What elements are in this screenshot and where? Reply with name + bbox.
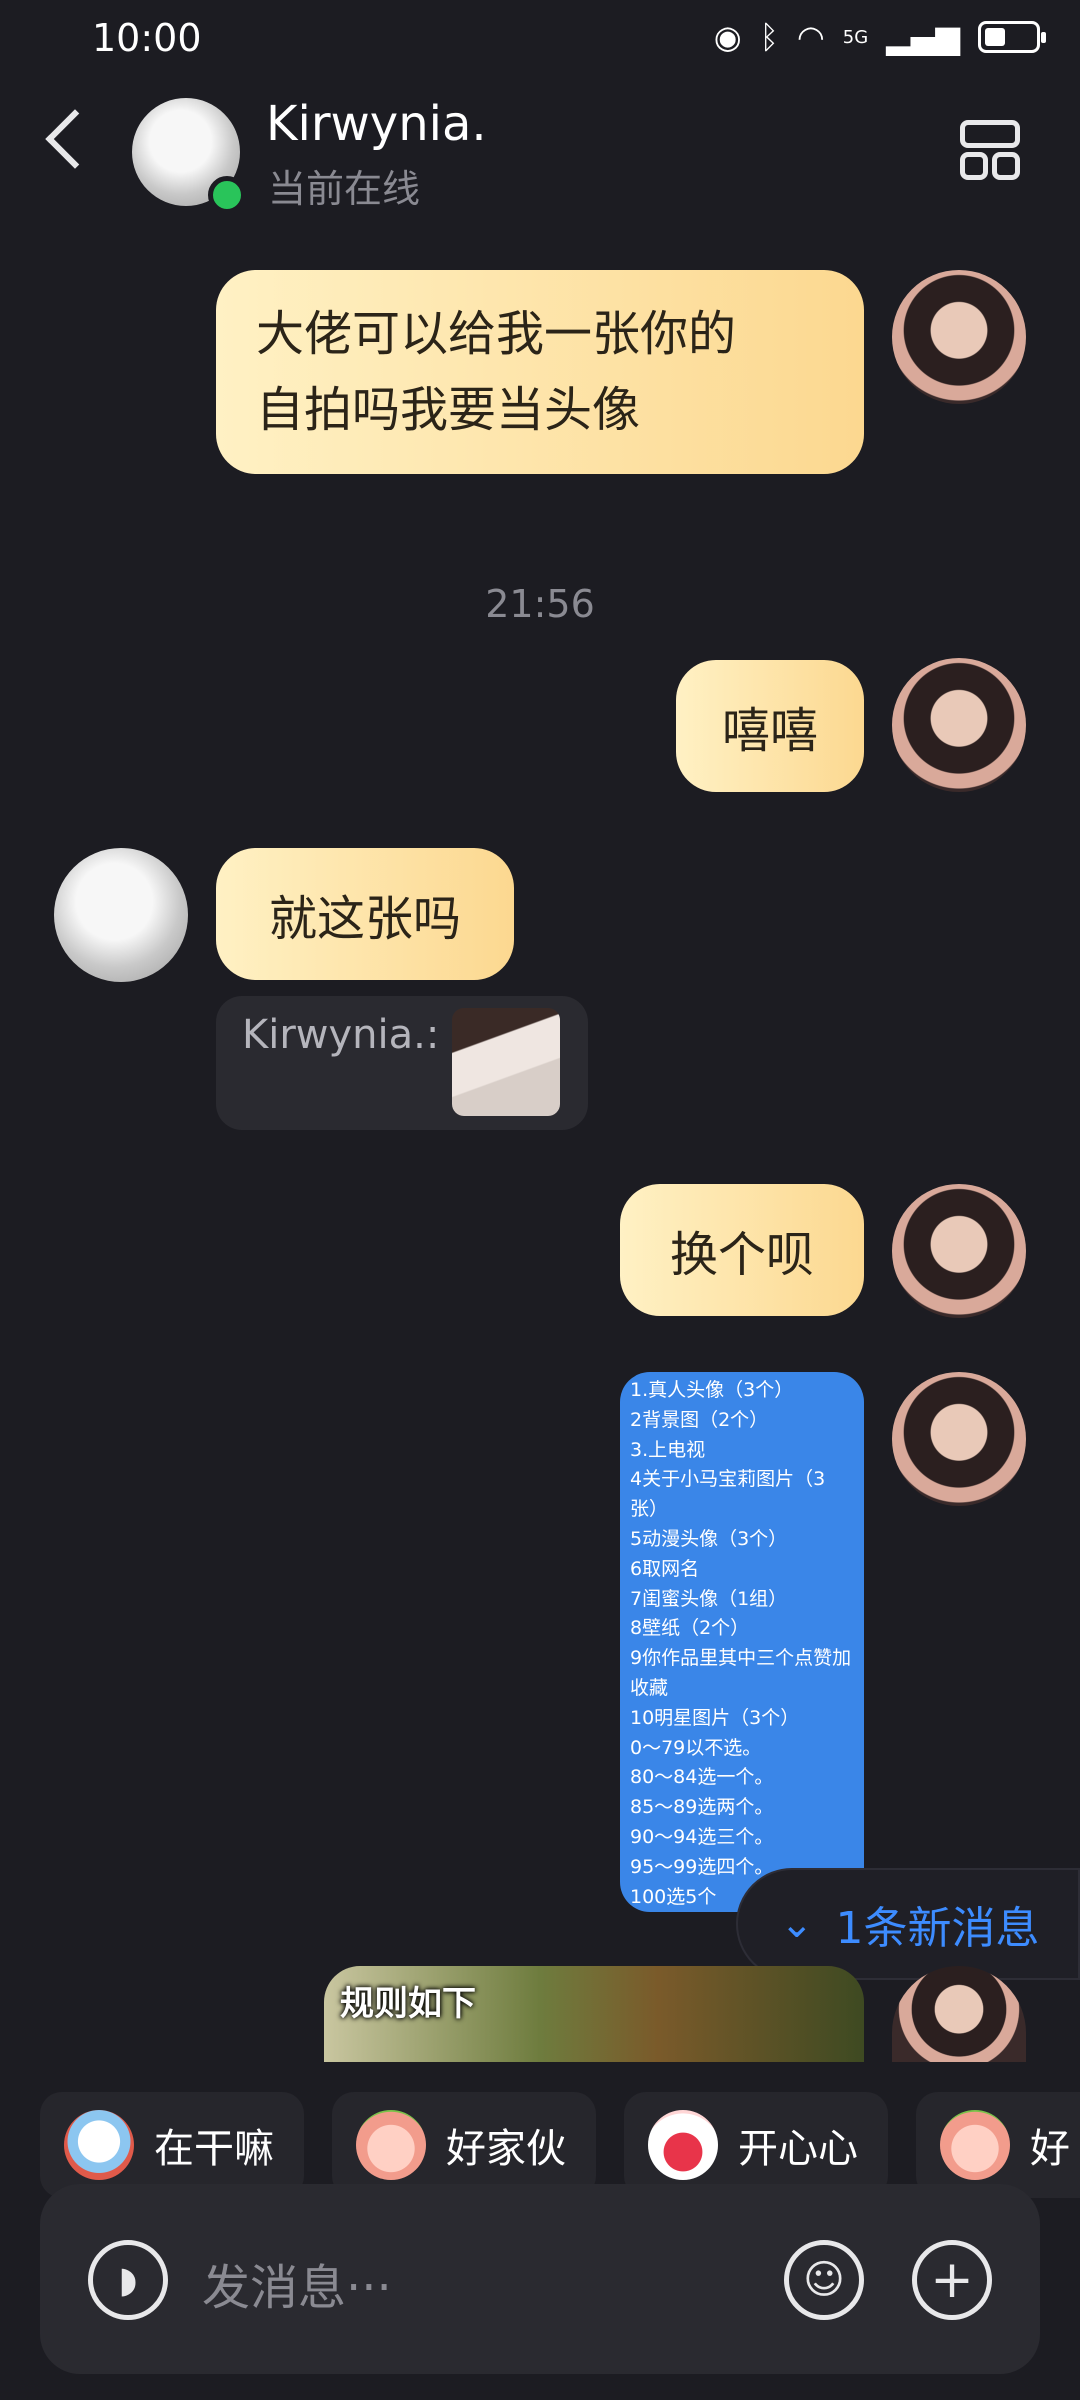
image-message-card[interactable]: 1.真人头像（3个） 2背景图（2个） 3.上电视 4关于小马宝莉图片（3 张） 5动漫头… (620, 1372, 864, 1912)
message-timestamp: 21:56 (485, 582, 595, 626)
status-icons: ◉ ᛒ ◠ 5G ▂▄▆ (713, 18, 1046, 56)
card-text-line: 3.上电视 (630, 1438, 706, 1461)
status-time: 10:00 (92, 16, 202, 60)
battery-icon (978, 21, 1046, 53)
card-text-line: 85～89选两个。 (630, 1796, 774, 1819)
chevron-double-down-icon: ⌄ (780, 1901, 814, 1947)
card-text-line: 张） (630, 1498, 669, 1521)
sticker-icon (356, 2110, 426, 2180)
card-text-line: 2背景图（2个） (630, 1408, 769, 1431)
my-avatar[interactable] (892, 658, 1026, 792)
outgoing-message-bubble[interactable]: 大佬可以给我一张你的 自拍吗我要当头像 (216, 270, 864, 474)
my-avatar[interactable] (892, 1372, 1026, 1506)
quick-sticker-chip[interactable]: 开心心 (624, 2092, 888, 2198)
quick-sticker-label: 开心心 (738, 2126, 858, 2172)
my-avatar[interactable] (892, 1966, 1026, 2062)
quoted-image[interactable] (452, 1008, 560, 1116)
card-text-line: 8壁纸（2个） (630, 1617, 750, 1640)
quoted-sender-name: Kirwynia.: (242, 1012, 440, 1058)
message-input-bar: ◗ 发消息··· ☺ + (40, 2184, 1040, 2374)
card-text-line: 7闺蜜头像（1组） (630, 1587, 788, 1610)
online-indicator (208, 176, 246, 214)
new-messages-label: 1条新消息 (835, 1903, 1040, 1954)
card-text-line: 9你作品里其中三个点赞加 (630, 1647, 852, 1670)
signal-icon: ▂▄▆ (886, 18, 960, 56)
card-text-line: 90～94选三个。 (630, 1825, 774, 1848)
video-caption: 规则如下 (340, 1984, 476, 2024)
quick-sticker-chip[interactable]: 好家伙 (332, 2092, 596, 2198)
my-avatar[interactable] (892, 1184, 1026, 1318)
sticker-icon (648, 2110, 718, 2180)
contact-name[interactable]: Kirwynia. (266, 96, 487, 152)
new-messages-pill[interactable]: ⌄ 1条新消息 (736, 1868, 1080, 1980)
card-text-line: 6取网名 (630, 1557, 700, 1580)
card-text-line: 80～84选一个。 (630, 1766, 774, 1789)
quoted-reply[interactable]: Kirwynia.: (216, 996, 588, 1130)
emoji-icon[interactable]: ☺ (784, 2240, 864, 2320)
message-input[interactable]: 发消息··· (202, 2248, 392, 2318)
contact-avatar[interactable] (54, 848, 188, 982)
card-text-line: 4关于小马宝莉图片（3 (630, 1468, 826, 1491)
contact-status: 当前在线 (268, 167, 421, 211)
quick-sticker-label: 好 (1030, 2126, 1070, 2172)
incoming-message-bubble[interactable]: 就这张吗 (216, 848, 514, 980)
video-message[interactable]: 规则如下 (324, 1966, 864, 2062)
card-text-line: 收藏 (630, 1676, 669, 1699)
outgoing-message-bubble[interactable]: 换个呗 (620, 1184, 864, 1316)
card-text-line: 10明星图片（3个） (630, 1706, 800, 1729)
card-text-line: 0～79以不选。 (630, 1736, 762, 1759)
signal-label: 5G (842, 26, 869, 48)
wifi-icon: ◠ (796, 18, 825, 56)
add-icon[interactable]: + (912, 2240, 992, 2320)
back-icon[interactable] (45, 109, 105, 169)
voice-icon[interactable]: ◗ (88, 2240, 168, 2320)
quick-sticker-label: 在干嘛 (154, 2126, 274, 2172)
card-text-line: 1.真人头像（3个） (630, 1379, 794, 1401)
quick-sticker-chip[interactable]: 在干嘛 (40, 2092, 304, 2198)
bluetooth-icon: ᛒ (759, 18, 779, 56)
quick-sticker-label: 好家伙 (446, 2126, 566, 2172)
card-text-line: 5动漫头像（3个） (630, 1527, 788, 1550)
layout-grid-icon[interactable] (960, 120, 1020, 180)
sticker-icon (940, 2110, 1010, 2180)
my-avatar[interactable] (892, 270, 1026, 404)
eye-icon: ◉ (713, 18, 742, 56)
sticker-icon (64, 2110, 134, 2180)
quick-sticker-chip[interactable]: 好 (916, 2092, 1080, 2198)
outgoing-message-bubble[interactable]: 嘻嘻 (676, 660, 864, 792)
